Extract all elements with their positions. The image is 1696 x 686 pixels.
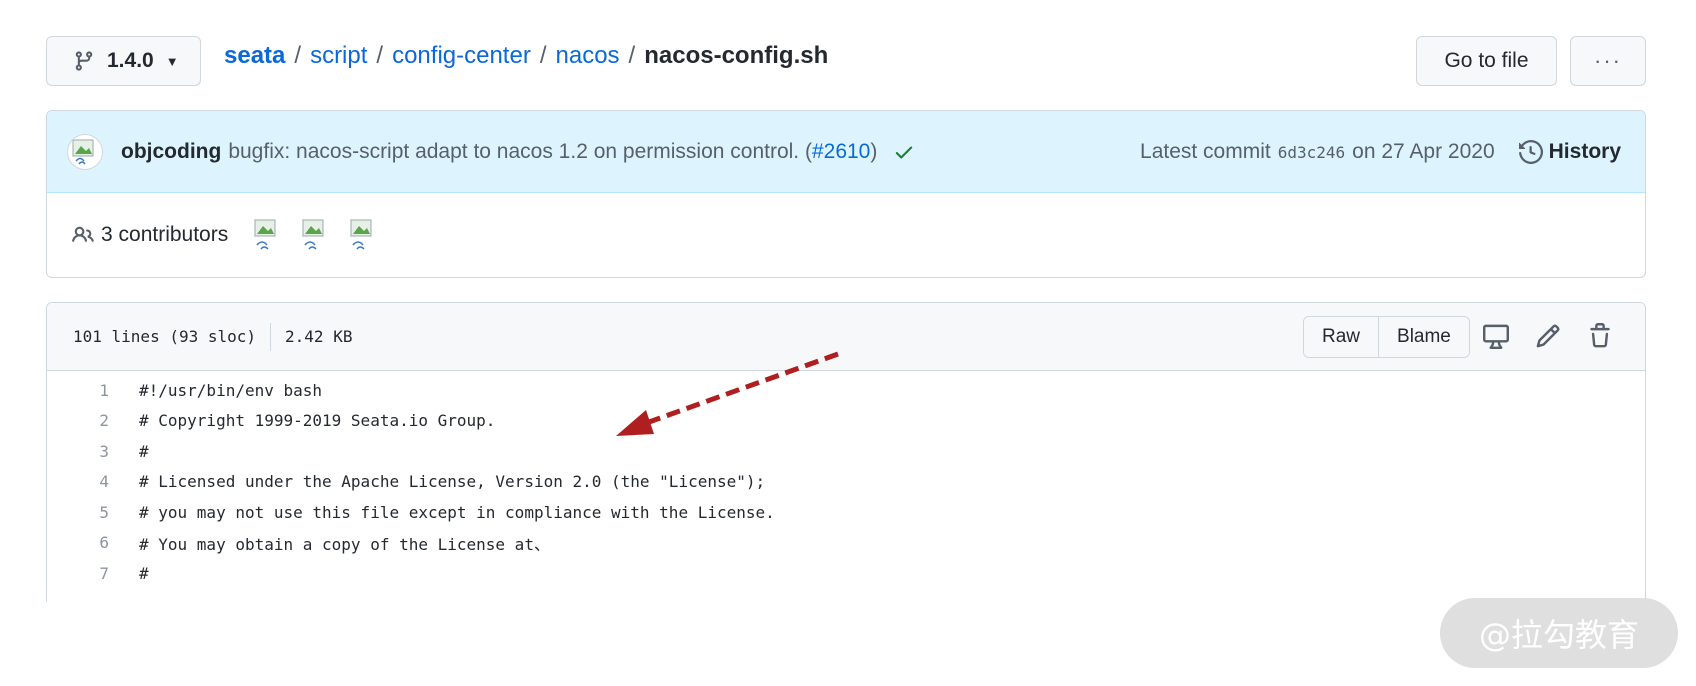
git-branch-icon <box>75 51 93 71</box>
contributors-row: 3 contributors <box>47 193 1645 277</box>
annotation-arrow-icon <box>616 351 839 436</box>
branch-name: 1.4.0 <box>107 49 154 72</box>
watermark-badge: @拉勾教育 <box>1440 598 1678 668</box>
breadcrumb-separator: / <box>539 42 547 69</box>
commit-message[interactable]: bugfix: nacos-script adapt to nacos 1.2 … <box>228 140 877 164</box>
code-text: # You may obtain a copy of the License a… <box>139 534 550 554</box>
breadcrumb-separator: / <box>294 42 302 69</box>
history-link[interactable]: History <box>1518 140 1621 164</box>
file-lines-info: 101 lines (93 sloc) <box>73 327 257 346</box>
pull-request-link[interactable]: #2610 <box>812 140 870 163</box>
line-number[interactable]: 4 <box>47 472 109 491</box>
code-text: # Copyright 1999-2019 Seata.io Group. <box>139 411 496 431</box>
commit-message-end: ) <box>870 139 878 163</box>
file-view-button-group: Raw Blame <box>1303 316 1470 358</box>
broken-image-icon <box>72 139 94 164</box>
file-size: 2.42 KB <box>285 327 353 346</box>
commit-message-text[interactable]: bugfix: nacos-script adapt to nacos 1.2 … <box>228 140 812 163</box>
history-label: History <box>1548 140 1621 163</box>
commit-date: on 27 Apr 2020 <box>1352 140 1495 163</box>
breadcrumb-link-nacos[interactable]: nacos <box>556 42 620 70</box>
commit-row: objcoding bugfix: nacos-script adapt to … <box>47 111 1645 193</box>
commit-author-link[interactable]: objcoding <box>121 140 221 164</box>
file-actions <box>1483 323 1613 349</box>
branch-selector-button[interactable]: 1.4.0 ▼ <box>46 36 201 86</box>
code-text: # you may not use this file except in co… <box>139 502 775 522</box>
code-line: 7 # <box>47 558 1645 589</box>
contributor-avatars <box>250 218 394 252</box>
current-file-name: nacos-config.sh <box>644 42 829 69</box>
commit-sha-link[interactable]: 6d3c246 <box>1278 143 1345 162</box>
code-text: # Licensed under the Apache License, Ver… <box>139 472 766 492</box>
code-text: #!/usr/bin/env bash <box>139 380 323 400</box>
pencil-icon[interactable] <box>1535 323 1561 349</box>
code-line: 6 # You may obtain a copy of the License … <box>47 528 1645 559</box>
contributor-avatar[interactable] <box>250 218 284 252</box>
code-line: 5 # you may not use this file except in c… <box>47 497 1645 528</box>
breadcrumb-link-script[interactable]: script <box>310 42 367 70</box>
more-options-button[interactable]: ··· <box>1570 36 1646 86</box>
contributor-avatar[interactable] <box>346 218 380 252</box>
latest-commit-box: objcoding bugfix: nacos-script adapt to … <box>46 110 1646 278</box>
desktop-icon[interactable] <box>1483 323 1509 349</box>
raw-button[interactable]: Raw <box>1304 317 1379 357</box>
line-number[interactable]: 7 <box>47 564 109 583</box>
line-number[interactable]: 6 <box>47 533 109 552</box>
broken-image-icon <box>350 219 372 250</box>
contributor-avatar[interactable] <box>298 218 332 252</box>
kebab-horizontal-icon: ··· <box>1594 48 1622 73</box>
breadcrumb: seata / script / config-center / nacos /… <box>224 42 828 70</box>
broken-image-icon <box>254 219 276 250</box>
code-text: # <box>139 441 149 461</box>
file-nav-bar: 1.4.0 ▼ seata / script / config-center /… <box>46 36 1646 88</box>
line-number[interactable]: 3 <box>47 442 109 461</box>
people-icon <box>72 226 94 242</box>
trash-icon[interactable] <box>1587 323 1613 349</box>
blame-button[interactable]: Blame <box>1378 317 1469 357</box>
breadcrumb-link-config-center[interactable]: config-center <box>392 42 531 70</box>
latest-commit-label: Latest commit <box>1140 140 1271 163</box>
go-to-file-button[interactable]: Go to file <box>1416 36 1557 86</box>
avatar[interactable] <box>67 133 103 170</box>
line-number[interactable]: 2 <box>47 411 109 430</box>
check-icon[interactable] <box>893 141 915 163</box>
breadcrumb-separator: / <box>376 42 384 69</box>
code-line: 4 # Licensed under the Apache License, Ve… <box>47 467 1645 498</box>
line-number[interactable]: 5 <box>47 503 109 522</box>
chevron-down-icon: ▼ <box>165 53 179 69</box>
contributors-link[interactable]: 3 contributors <box>101 223 228 247</box>
code-text: # <box>139 563 149 583</box>
line-number[interactable]: 1 <box>47 381 109 400</box>
breadcrumb-separator: / <box>628 42 636 69</box>
history-icon <box>1518 140 1543 164</box>
breadcrumb-link-repo[interactable]: seata <box>224 42 285 70</box>
broken-image-icon <box>302 219 324 250</box>
commit-meta: Latest commit 6d3c246 on 27 Apr 2020 His… <box>1140 111 1621 193</box>
divider <box>270 322 272 351</box>
